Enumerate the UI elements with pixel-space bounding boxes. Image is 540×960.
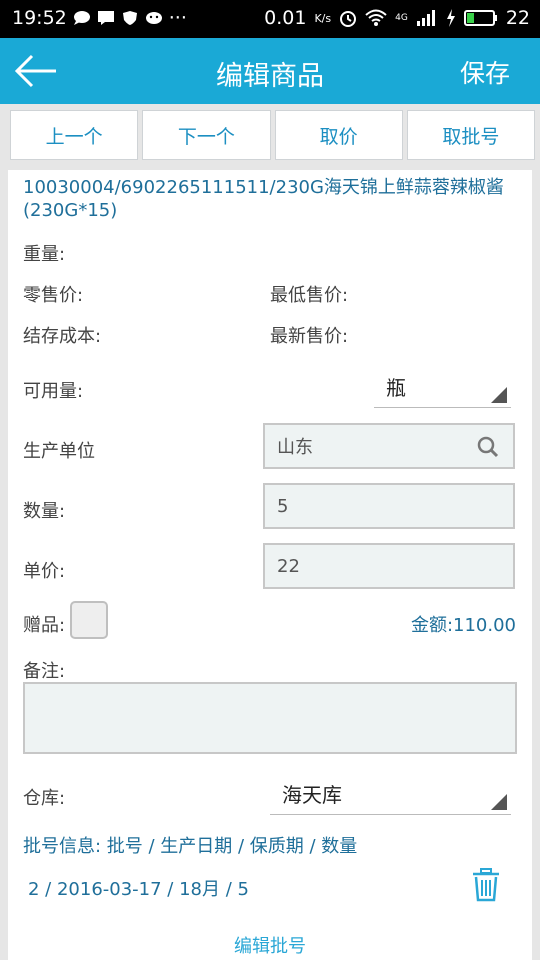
unit-dropdown[interactable]: 瓶 [374, 366, 511, 408]
previous-button[interactable]: 上一个 [10, 110, 139, 160]
warehouse-dropdown[interactable]: 海天库 [270, 773, 511, 815]
available-label: 可用量: [23, 381, 84, 402]
latest-price-label: 最新售价: [270, 326, 349, 347]
shield-icon [122, 11, 137, 25]
product-name: 10030004/6902265111511/230G海天锦上鲜蒜蓉辣椒酱(23… [23, 177, 504, 221]
network-speed: 0.01 [264, 7, 307, 29]
signal-icon [416, 10, 435, 26]
batch-header: 批号信息: 批号 / 生产日期 / 保质期 / 数量 [23, 836, 358, 857]
min-price-label: 最低售价: [270, 285, 349, 306]
battery-level: 22 [505, 7, 530, 29]
quantity-label: 数量: [23, 501, 66, 522]
dropdown-triangle-icon [491, 387, 507, 403]
unit-price-value: 22 [277, 555, 300, 577]
gift-checkbox[interactable] [70, 601, 108, 639]
warehouse-label: 仓库: [23, 788, 66, 809]
unit-price-field[interactable]: 22 [263, 543, 515, 589]
search-icon[interactable] [477, 436, 499, 458]
wechat-icon [145, 12, 162, 24]
trash-icon[interactable] [471, 868, 501, 902]
retail-price-label: 零售价: [23, 285, 84, 306]
status-time: 19:52 [12, 7, 67, 29]
remark-label: 备注: [23, 661, 66, 682]
get-price-button[interactable]: 取价 [274, 110, 403, 160]
remark-textarea[interactable] [23, 682, 517, 754]
wifi-icon [365, 9, 387, 26]
next-button[interactable]: 下一个 [142, 110, 271, 160]
manufacturer-value: 山东 [277, 437, 313, 458]
get-batch-button[interactable]: 取批号 [406, 110, 535, 160]
dropdown-triangle-icon [491, 794, 507, 810]
quantity-value: 5 [277, 495, 289, 517]
gift-label: 赠品: [23, 615, 66, 636]
product-form: 10030004/6902265111511/230G海天锦上鲜蒜蓉辣椒酱(23… [8, 170, 532, 960]
charging-icon [446, 9, 455, 27]
speed-unit: K/s [314, 11, 332, 25]
alarm-icon [340, 11, 357, 27]
save-button[interactable]: 保存 [460, 54, 510, 90]
warehouse-value: 海天库 [282, 783, 342, 807]
battery-icon [463, 10, 497, 26]
quantity-field[interactable]: 5 [263, 483, 515, 529]
manufacturer-field[interactable]: 山东 [263, 423, 515, 469]
more-notifications: ··· [168, 7, 187, 29]
stock-cost-label: 结存成本: [23, 326, 102, 347]
network-type: 4G [395, 13, 408, 23]
app-bar: 编辑商品 保存 [0, 38, 540, 104]
edit-batch-button[interactable]: 编辑批号 [8, 932, 532, 958]
batch-row: 2 / 2016-03-17 / 18月 / 5 [28, 879, 249, 900]
action-tabs: 上一个 下一个 取价 取批号 [10, 110, 535, 160]
unit-value: 瓶 [386, 376, 406, 400]
unit-price-label: 单价: [23, 561, 66, 582]
weight-label: 重量: [23, 244, 66, 265]
manufacturer-label: 生产单位 [23, 441, 95, 462]
status-bar: 19:52 ··· 0.01 K/s 4G 22 [0, 0, 540, 38]
message-icon [73, 11, 90, 25]
chat-icon [97, 11, 114, 25]
amount-text: 金额:110.00 [410, 615, 516, 636]
